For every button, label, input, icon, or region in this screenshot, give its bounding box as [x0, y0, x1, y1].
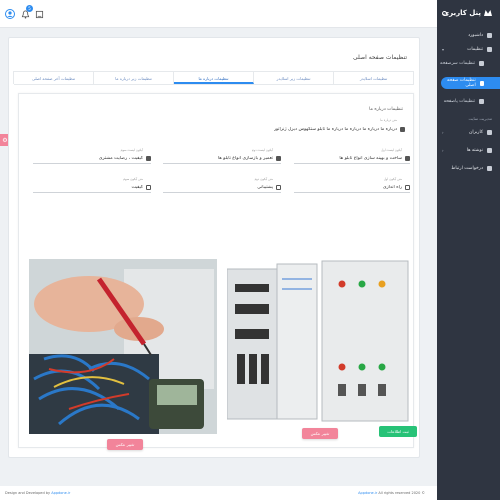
about-image-2	[227, 259, 410, 429]
icon-text-3-input[interactable]: کیفیت	[33, 183, 151, 193]
change-image-button-2[interactable]: تغییر عکس	[302, 428, 338, 439]
top-bar: 5	[0, 0, 437, 28]
square-icon	[405, 185, 410, 190]
list-icon-1-input[interactable]: ساخت و بهینه سازی انواع تابلو ها	[294, 154, 410, 164]
brand[interactable]: پنل کاربری	[443, 9, 492, 17]
footer-copyright: Appdone.ir All rights reserved 2020 ©	[358, 491, 425, 495]
main-card: تنظیمات صفحه اصلی تنظیمات اسلایدر تنظیما…	[8, 37, 420, 458]
footer-credit: Design and Developed by Appdone.ir	[5, 491, 70, 495]
sidebar-item-dashboard[interactable]: داشبورد	[437, 29, 500, 41]
sidebar-item-footer-settings[interactable]: تنظیمات پاصفحه	[437, 95, 500, 107]
field-label: متن آیکون سوم	[123, 177, 143, 181]
sidebar-item-label: تنظیمات	[467, 46, 483, 52]
list-icon-3-input[interactable]: کیفیت ، رضایت مشتری	[33, 154, 151, 164]
tab-under-slider[interactable]: تنظیمات زیر اسلایدر	[253, 71, 334, 84]
sidebar-item-label: تنظیمات پاصفحه	[443, 98, 475, 104]
list-icon-2-input[interactable]: تعمیر و بازسازی انواع تابلو ها	[163, 154, 281, 164]
sidebar-item-label: کاربران	[469, 129, 483, 135]
field-value: کیفیت ، رضایت مشتری	[98, 156, 143, 161]
sidebar-item-header-settings[interactable]: تنظیمات سرصفحه	[437, 57, 500, 69]
field-value: کیفیت	[131, 185, 143, 190]
list-icon-1-field: آیکون لیست اول ساخت و بهینه سازی انواع ت…	[294, 148, 410, 166]
list-icon	[146, 156, 151, 161]
tab-slider[interactable]: تنظیمات اسلایدر	[333, 71, 414, 84]
icon-text-3-field: متن آیکون سوم کیفیت	[33, 177, 151, 195]
tab-about[interactable]: تنظیمات درباره ما	[173, 71, 254, 84]
brand-name: پنل کاربری	[442, 9, 481, 17]
square-icon	[276, 185, 281, 190]
square-icon	[146, 185, 151, 190]
gear-icon	[487, 46, 492, 52]
chevron-left-icon: ‹	[442, 147, 444, 153]
icon-text-2-field: متن آیکون دوم پشتیبانی	[163, 177, 281, 195]
field-value: ساخت و بهینه سازی انواع تابلو ها	[339, 156, 402, 161]
change-image-button-1[interactable]: تغییر عکس	[107, 439, 143, 450]
field-label: متن آیکون اول	[383, 177, 402, 181]
field-value: درباره ما درباره ما درباره ما درباره ما …	[273, 126, 397, 132]
sidebar-item-posts[interactable]: نوشته ها ‹	[437, 144, 500, 156]
users-icon	[487, 129, 492, 135]
list-icon	[276, 156, 281, 161]
header-icon	[479, 60, 484, 66]
chevron-down-icon: ▾	[442, 46, 445, 52]
sidebar-item-home-settings[interactable]: تنظیمات صفحه اصلی	[441, 77, 500, 89]
icon-text-1-field: متن آیکون اول راه اندازی	[294, 177, 410, 195]
message-icon[interactable]	[34, 9, 44, 19]
about-image-1	[29, 259, 217, 434]
gear-icon: ⚙	[2, 136, 8, 144]
sidebar-item-users[interactable]: کاربران ‹	[437, 126, 500, 138]
user-icon[interactable]	[5, 9, 15, 19]
sidebar-item-settings[interactable]: تنظیمات ▾	[437, 43, 500, 55]
submit-button[interactable]: ثبت اطلاعات	[379, 426, 417, 437]
field-label: متن آیکون دوم	[254, 177, 273, 181]
about-text-field: متن درباره ما درباره ما درباره ما درباره…	[29, 118, 405, 136]
dashboard-icon	[487, 32, 492, 38]
footer-credit-link[interactable]: Appdone.ir	[51, 491, 70, 495]
about-text-input[interactable]: درباره ما درباره ما درباره ما درباره ما …	[29, 124, 405, 134]
section-title: تنظیمات درباره ما	[369, 107, 403, 112]
footer: Design and Developed by Appdone.ir Appdo…	[0, 486, 437, 500]
footer-credit-text: Design and Developed by	[5, 491, 51, 495]
about-settings-panel: تنظیمات درباره ما متن درباره ما درباره م…	[18, 93, 414, 450]
sidebar-item-label: تنظیمات صفحه اصلی	[447, 78, 476, 88]
field-label: آیکون لیست دوم	[251, 148, 273, 152]
sidebar-item-contact-requests[interactable]: درخواست ارتباط	[437, 162, 500, 174]
settings-tabs: تنظیمات اسلایدر تنظیمات زیر اسلایدر تنظی…	[13, 71, 414, 85]
sidebar-item-label: داشبورد	[468, 32, 483, 38]
list-icon-3-field: آیکون لیست سوم کیفیت ، رضایت مشتری	[33, 148, 151, 166]
footer-copyright-text: All rights reserved 2020 ©	[378, 491, 425, 495]
field-value: تعمیر و بازسازی انواع تابلو ها	[217, 156, 273, 161]
home-icon	[479, 80, 484, 86]
icon-text-1-input[interactable]: راه اندازی	[294, 183, 410, 193]
field-value: راه اندازی	[382, 185, 402, 190]
footer-icon	[479, 98, 484, 104]
posts-icon	[487, 147, 492, 153]
bell-icon[interactable]: 5	[20, 5, 33, 19]
sidebar-item-label: نوشته ها	[466, 147, 483, 153]
notification-badge: 5	[26, 5, 33, 12]
contact-icon	[487, 165, 492, 171]
sidebar-item-label: تنظیمات سرصفحه	[440, 60, 475, 66]
icon-text-2-input[interactable]: پشتیبانی	[163, 183, 281, 193]
tab-home-end[interactable]: تنظیمات آخر صفحه اصلی	[13, 71, 94, 84]
sidebar-item-label: درخواست ارتباط	[451, 165, 483, 171]
comment-icon	[400, 126, 405, 132]
list-icon	[405, 156, 410, 161]
chevron-left-icon: ‹	[442, 129, 444, 135]
field-label: آیکون لیست سوم	[120, 148, 143, 152]
field-value: پشتیبانی	[257, 185, 273, 190]
footer-copyright-link[interactable]: Appdone.ir	[358, 491, 377, 495]
tab-under-about[interactable]: تنظیمات زیر درباره ما	[93, 71, 174, 84]
sidebar: پنل کاربری داشبورد تنظیمات ▾ تنظیمات سرص…	[437, 0, 500, 500]
field-label: آیکون لیست اول	[381, 148, 402, 152]
sidebar-section-label: مدیریت سایت	[468, 116, 493, 121]
page-title: تنظیمات صفحه اصلی	[353, 54, 407, 61]
list-icon-2-field: آیکون لیست دوم تعمیر و بازسازی انواع تاب…	[163, 148, 281, 166]
brand-logo-icon	[484, 10, 492, 16]
field-label: متن درباره ما	[380, 118, 397, 122]
